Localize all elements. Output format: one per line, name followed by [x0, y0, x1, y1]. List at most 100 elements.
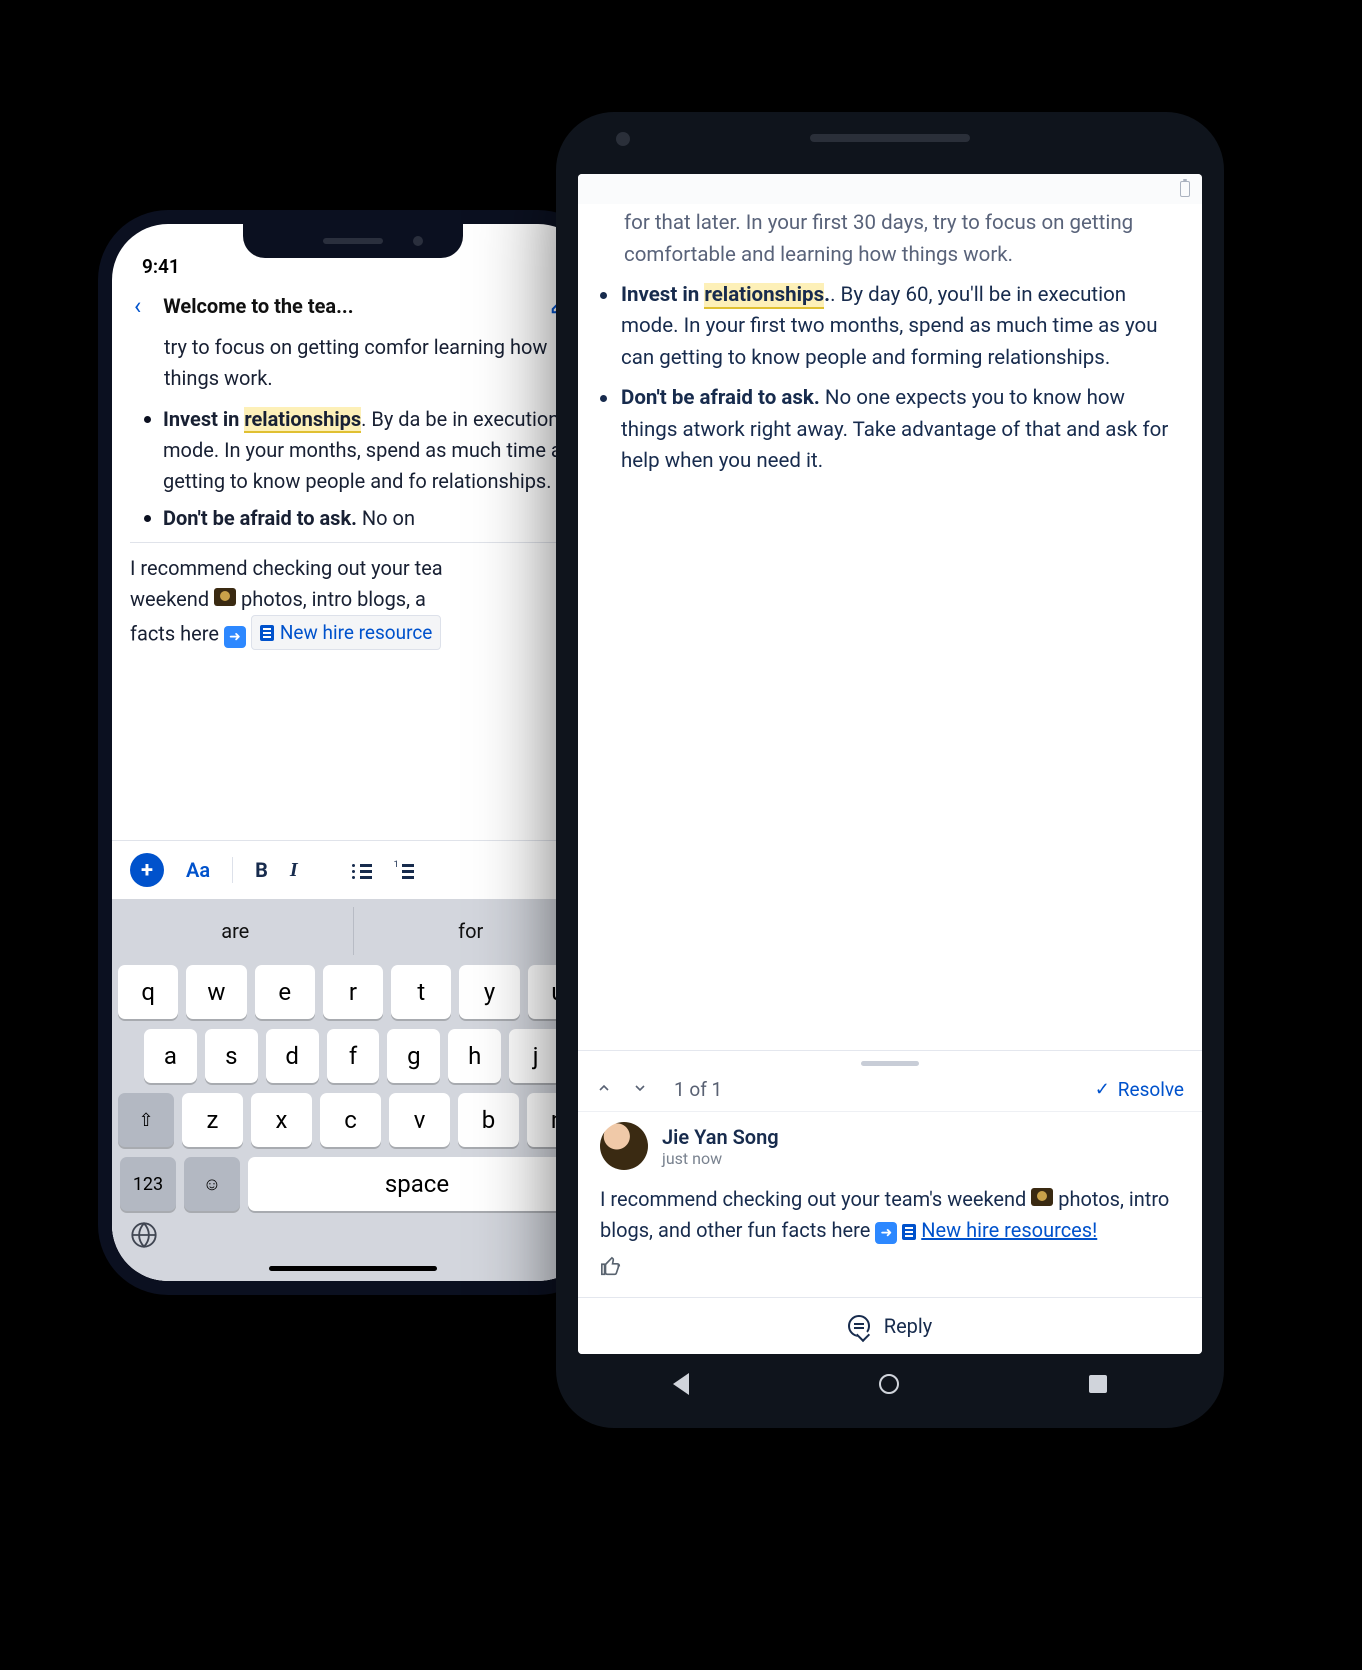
key-q[interactable]: q	[118, 965, 178, 1019]
comments-header: 1 of 1 ✓ Resolve	[578, 1074, 1202, 1111]
bullet-item[interactable]: Don't be afraid to ask. No on	[144, 503, 576, 534]
key-z[interactable]: z	[182, 1093, 243, 1147]
divider	[130, 542, 576, 543]
key-g[interactable]: g	[387, 1029, 440, 1083]
android-speaker	[556, 134, 1224, 142]
highlighted-text[interactable]: relationships	[704, 283, 824, 309]
android-screen: for that later. In your first 30 days, t…	[578, 174, 1202, 1354]
bullet-lead[interactable]: Invest in	[621, 283, 704, 307]
text[interactable]: I recommend checking out your tea	[130, 556, 443, 580]
drag-handle[interactable]	[861, 1061, 919, 1066]
page-title: Welcome to the tea...	[157, 294, 540, 318]
iphone-device: 9:41 ‹ Welcome to the tea... try to focu…	[98, 210, 608, 1295]
key-f[interactable]: f	[327, 1029, 380, 1083]
key-a[interactable]: a	[144, 1029, 197, 1083]
highlighted-text[interactable]: relationships	[244, 407, 361, 433]
android-recents-button[interactable]	[1089, 1375, 1107, 1393]
key-row: 123 ☺ space	[118, 1157, 588, 1211]
bullet-body[interactable]: No on	[357, 506, 415, 530]
globe-icon[interactable]	[130, 1226, 158, 1256]
key-s[interactable]: s	[205, 1029, 258, 1083]
comment-preview[interactable]: I recommend checking out your tea weeken…	[130, 553, 576, 650]
bullet-item[interactable]: Invest in relationships.. By day 60, you…	[600, 280, 1180, 375]
battery-icon	[1180, 181, 1190, 197]
shift-key[interactable]: ⇧	[118, 1093, 174, 1147]
prev-comment-button[interactable]	[596, 1080, 612, 1100]
android-home-button[interactable]	[879, 1374, 899, 1394]
key-row: a s d f g h j	[118, 1029, 588, 1083]
bullet-item[interactable]: Invest in relationships. By da be in exe…	[144, 404, 576, 497]
iphone-screen: 9:41 ‹ Welcome to the tea... try to focu…	[112, 224, 594, 1281]
suggestion[interactable]: for	[353, 907, 589, 955]
insert-button[interactable]: +	[130, 853, 164, 887]
ios-document-body[interactable]: try to focus on getting comfor learning …	[112, 328, 594, 650]
numbered-list-button[interactable]	[394, 862, 414, 878]
page-icon	[902, 1224, 916, 1240]
home-indicator[interactable]	[269, 1266, 437, 1271]
reply-icon	[848, 1315, 870, 1337]
avatar[interactable]	[600, 1122, 648, 1170]
bullet-list-button[interactable]	[352, 862, 372, 878]
page-link-chip[interactable]: New hire resource	[251, 615, 442, 650]
bullet-lead[interactable]: Invest in	[163, 407, 244, 431]
reply-button[interactable]: Reply	[578, 1297, 1202, 1354]
numbers-key[interactable]: 123	[120, 1157, 176, 1211]
bold-button[interactable]: B	[255, 858, 268, 882]
comment-author: Jie Yan Song	[662, 1125, 779, 1149]
comment-text: I recommend checking out your team's wee…	[600, 1184, 1180, 1246]
key-j[interactable]: j	[509, 1029, 562, 1083]
comment-counter: 1 of 1	[674, 1078, 722, 1101]
camera-emoji-icon	[1031, 1188, 1053, 1206]
android-device: for that later. In your first 30 days, t…	[556, 112, 1224, 1428]
like-button[interactable]	[600, 1256, 1180, 1283]
ios-editor-toolbar: + Aa B I are for q w	[112, 840, 594, 1281]
key-w[interactable]: w	[186, 965, 246, 1019]
text[interactable]: weekend	[130, 587, 214, 611]
key-d[interactable]: d	[266, 1029, 319, 1083]
suggestion[interactable]: are	[118, 907, 353, 955]
comment: Jie Yan Song just now I recommend checki…	[578, 1111, 1202, 1297]
bullet-dot-icon	[144, 416, 151, 423]
resolve-label: Resolve	[1118, 1078, 1184, 1101]
key-c[interactable]: c	[320, 1093, 381, 1147]
ios-nav-header: ‹ Welcome to the tea...	[112, 282, 594, 328]
key-e[interactable]: e	[255, 965, 315, 1019]
page-link[interactable]: New hire resources!	[921, 1218, 1097, 1242]
android-back-button[interactable]	[673, 1373, 689, 1395]
italic-button[interactable]: I	[290, 859, 298, 882]
key-b[interactable]: b	[458, 1093, 519, 1147]
key-x[interactable]: x	[251, 1093, 312, 1147]
bullet-lead[interactable]: Don't be afraid to ask.	[163, 506, 357, 530]
next-comment-button[interactable]	[632, 1080, 648, 1100]
bullet-lead[interactable]: Don't be afraid to ask.	[621, 386, 820, 410]
page-icon	[260, 625, 274, 641]
bullet-item[interactable]: Don't be afraid to ask. No one expects y…	[600, 383, 1180, 478]
android-status-bar	[578, 174, 1202, 204]
space-key[interactable]: space	[248, 1157, 586, 1211]
iphone-notch	[243, 224, 463, 258]
resolve-button[interactable]: ✓ Resolve	[1095, 1078, 1184, 1101]
comment-timestamp: just now	[662, 1149, 779, 1168]
key-v[interactable]: v	[389, 1093, 450, 1147]
key-y[interactable]: y	[459, 965, 519, 1019]
text-style-button[interactable]: Aa	[186, 858, 210, 882]
key-row: ⇧ z x c v b n	[118, 1093, 588, 1147]
keyboard-suggestions: are for	[118, 907, 588, 955]
text[interactable]: photos, intro blogs, a	[241, 587, 426, 611]
paragraph[interactable]: try to focus on getting comfor learning …	[164, 332, 576, 394]
separator	[232, 857, 233, 883]
camera-emoji-icon	[214, 588, 236, 606]
key-t[interactable]: t	[391, 965, 451, 1019]
text[interactable]: facts here	[130, 622, 224, 646]
key-r[interactable]: r	[323, 965, 383, 1019]
paragraph-cutoff[interactable]: for that later. In your first 30 days, t…	[624, 208, 1180, 272]
reply-label: Reply	[884, 1314, 933, 1338]
comments-panel: 1 of 1 ✓ Resolve Jie Yan Song just now	[578, 1050, 1202, 1354]
key-h[interactable]: h	[448, 1029, 501, 1083]
arrow-emoji-icon: ➜	[875, 1222, 897, 1244]
check-icon: ✓	[1095, 1079, 1110, 1100]
bullet-dot-icon	[144, 515, 151, 522]
emoji-key[interactable]: ☺	[184, 1157, 240, 1211]
back-button[interactable]: ‹	[128, 292, 147, 320]
android-document-body[interactable]: for that later. In your first 30 days, t…	[578, 204, 1202, 502]
